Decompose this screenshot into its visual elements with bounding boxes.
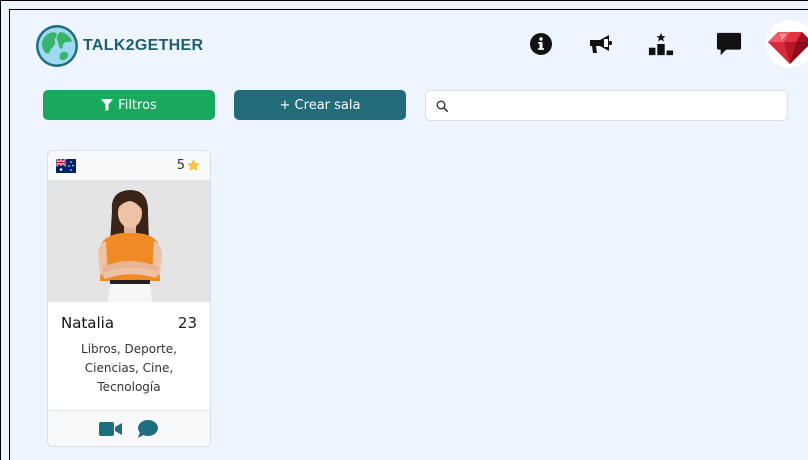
search-box[interactable] <box>425 90 788 121</box>
avatar[interactable] <box>766 20 808 68</box>
megaphone-icon[interactable] <box>587 31 613 57</box>
video-call-icon[interactable] <box>99 421 123 437</box>
star-icon <box>187 158 200 171</box>
create-room-button[interactable]: + Crear sala <box>234 90 406 120</box>
user-name: Natalia <box>61 314 115 332</box>
chat-icon[interactable] <box>716 31 742 57</box>
search-input[interactable] <box>458 91 787 120</box>
message-icon[interactable] <box>137 419 159 439</box>
brand-name: TALK2GETHER <box>83 37 204 54</box>
globe-icon <box>36 25 78 67</box>
user-rating: 5 <box>177 158 201 173</box>
australia-flag-icon <box>56 158 76 173</box>
filter-icon <box>101 99 114 111</box>
user-interests: Libros, Deporte, Ciencias, Cine, Tecnolo… <box>81 342 177 394</box>
filter-button[interactable]: Filtros <box>43 90 215 120</box>
name-row: Natalia 23 <box>61 314 197 332</box>
card-actions <box>48 410 210 446</box>
card-header: 5 <box>48 151 210 181</box>
rating-value: 5 <box>176 158 185 173</box>
user-age: 23 <box>177 314 197 332</box>
brand-logo[interactable]: TALK2GETHER <box>35 24 203 68</box>
filter-button-label: Filtros <box>118 97 157 113</box>
search-icon <box>436 100 448 112</box>
user-card[interactable]: 5 Natalia 23 Libros, Deporte, Ciencias, … <box>47 150 211 447</box>
user-photo <box>48 181 210 302</box>
gem-icon <box>768 32 808 64</box>
leaderboard-icon[interactable] <box>648 31 674 57</box>
info-icon[interactable] <box>528 31 554 57</box>
card-body: Natalia 23 Libros, Deporte, Ciencias, Ci… <box>48 302 210 397</box>
create-room-label: + Crear sala <box>279 97 361 113</box>
